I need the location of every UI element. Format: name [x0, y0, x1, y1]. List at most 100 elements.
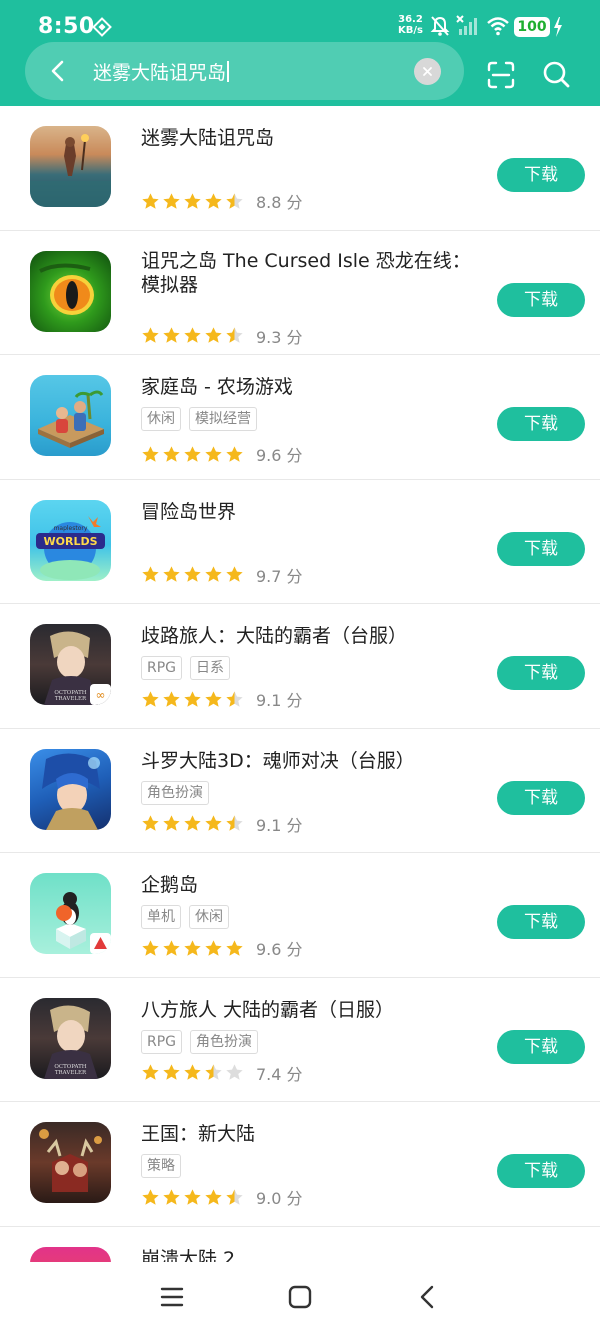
app-icon-image	[30, 126, 111, 207]
app-rating: 8.8 分	[141, 189, 303, 213]
app-tags: RPG 角色扮演	[141, 1029, 259, 1054]
clear-search-button[interactable]	[414, 58, 441, 85]
star-full-icon	[184, 1064, 201, 1080]
close-icon	[423, 67, 432, 76]
star-full-icon	[163, 327, 180, 343]
app-score: 9.7 分	[256, 566, 303, 586]
download-button[interactable]: 下载	[497, 1029, 585, 1064]
app-tags: 策略	[141, 1154, 181, 1178]
home-square-icon[interactable]	[287, 1284, 313, 1310]
star-rating	[141, 939, 244, 958]
list-item[interactable]: 迷雾大陆诅咒岛 8.8 分 下载	[0, 106, 600, 231]
tag: 休闲	[141, 407, 181, 431]
star-rating	[141, 1063, 244, 1082]
search-icon[interactable]	[541, 59, 571, 89]
star-full-icon	[184, 815, 201, 831]
list-item[interactable]: WORLDS maplestory 冒险岛世界 9.7 分 下载	[0, 480, 600, 604]
network-speed: 36.2 KB/s	[398, 14, 423, 36]
app-score: 9.1 分	[256, 815, 303, 835]
search-input[interactable]: 迷雾大陆诅咒岛	[93, 58, 229, 85]
download-button[interactable]: 下载	[497, 780, 585, 815]
star-empty-icon	[226, 1064, 243, 1080]
star-full-icon	[142, 566, 159, 582]
star-full-icon	[205, 192, 222, 209]
star-full-icon	[184, 939, 201, 956]
star-full-icon	[142, 445, 159, 462]
system-navigation-bar	[0, 1262, 600, 1333]
app-rating: 9.0 分	[141, 1185, 303, 1209]
search-results-list: 迷雾大陆诅咒岛 8.8 分 下载 诅咒之岛 The Cursed Isle 恐龙…	[0, 106, 600, 1333]
star-half-icon	[226, 690, 243, 707]
app-tags: RPG 日系	[141, 656, 231, 680]
download-button[interactable]: 下载	[497, 531, 585, 566]
star-rating	[141, 445, 244, 464]
star-rating	[141, 1188, 244, 1207]
app-name: 王国：新大陆	[141, 1123, 256, 1145]
net-speed-unit: KB/s	[398, 25, 423, 36]
download-button[interactable]: 下载	[497, 158, 585, 192]
menu-icon[interactable]	[159, 1284, 185, 1310]
list-item[interactable]: 企鹅岛 单机 休闲 9.6 分 下载	[0, 853, 600, 978]
status-time: 8:50	[38, 14, 95, 39]
tag: 单机	[141, 905, 181, 929]
svg-text:WORLDS: WORLDS	[43, 535, 97, 548]
star-rating	[141, 814, 244, 833]
list-item[interactable]: 王国：新大陆 策略 9.0 分 下载	[0, 1102, 600, 1227]
app-tags: 单机 休闲	[141, 905, 229, 929]
star-full-icon	[226, 566, 243, 582]
svg-text:TRAVELER: TRAVELER	[55, 696, 87, 702]
tag: 日系	[190, 656, 231, 680]
wifi-icon	[487, 17, 509, 36]
list-item[interactable]: 斗罗大陆3D：魂师对决（台服） 角色扮演 9.1 分 下载	[0, 729, 600, 853]
star-full-icon	[142, 939, 159, 956]
app-icon-image	[30, 1122, 111, 1203]
star-full-icon	[226, 939, 243, 956]
star-full-icon	[163, 566, 180, 582]
scan-icon[interactable]	[486, 60, 516, 90]
star-full-icon	[142, 327, 159, 343]
app-rating: 9.6 分	[141, 936, 303, 960]
app-score: 9.1 分	[256, 691, 303, 710]
tag: 模拟经营	[189, 407, 257, 431]
app-icon-image	[30, 375, 111, 456]
app-score: 7.4 分	[256, 1064, 303, 1084]
chevron-left-icon[interactable]	[45, 57, 73, 85]
star-rating	[141, 326, 244, 345]
app-tags: 角色扮演	[141, 780, 209, 805]
star-full-icon	[163, 445, 180, 462]
star-full-icon	[184, 327, 201, 343]
list-item[interactable]: OCTOPATH TRAVELER ∞ 歧路旅人：大陆的霸者（台服） RPG 日…	[0, 604, 600, 729]
star-full-icon	[142, 1064, 159, 1080]
search-bar[interactable]: 迷雾大陆诅咒岛	[25, 42, 464, 100]
star-full-icon	[142, 815, 159, 831]
list-item[interactable]: OCTOPATH TRAVELER 八方旅人 大陆的霸者（日服） RPG 角色扮…	[0, 978, 600, 1102]
app-rating: 9.3 分	[141, 324, 303, 348]
download-button[interactable]: 下载	[497, 1154, 585, 1188]
download-button[interactable]: 下载	[497, 905, 585, 939]
star-full-icon	[142, 1188, 159, 1205]
app-rating: 9.6 分	[141, 442, 303, 466]
download-button[interactable]: 下载	[497, 407, 585, 441]
list-item[interactable]: 家庭岛 - 农场游戏 休闲 模拟经营 9.6 分 下载	[0, 355, 600, 480]
list-item[interactable]: 诅咒之岛 The Cursed Isle 恐龙在线：模拟器 9.3 分 下载	[0, 231, 600, 355]
back-triangle-icon[interactable]	[415, 1284, 441, 1310]
download-button[interactable]: 下载	[497, 282, 585, 317]
star-full-icon	[184, 192, 201, 209]
star-full-icon	[163, 1188, 180, 1205]
download-button[interactable]: 下载	[497, 656, 585, 690]
battery-indicator: 100	[514, 17, 550, 37]
net-speed-value: 36.2	[398, 14, 423, 25]
app-score: 9.0 分	[256, 1189, 303, 1208]
search-query-text: 迷雾大陆诅咒岛	[93, 62, 227, 84]
app-name: 歧路旅人：大陆的霸者（台服）	[141, 625, 408, 647]
star-full-icon	[205, 445, 222, 462]
app-name: 企鹅岛	[141, 874, 199, 896]
app-icon-image: OCTOPATH TRAVELER ∞	[30, 624, 111, 705]
star-full-icon	[184, 445, 201, 462]
star-rating	[141, 565, 244, 584]
app-rating: 9.7 分	[141, 563, 303, 587]
app-icon-image	[30, 250, 111, 332]
tag: RPG	[141, 656, 183, 680]
star-full-icon	[205, 327, 222, 343]
star-full-icon	[205, 566, 222, 582]
